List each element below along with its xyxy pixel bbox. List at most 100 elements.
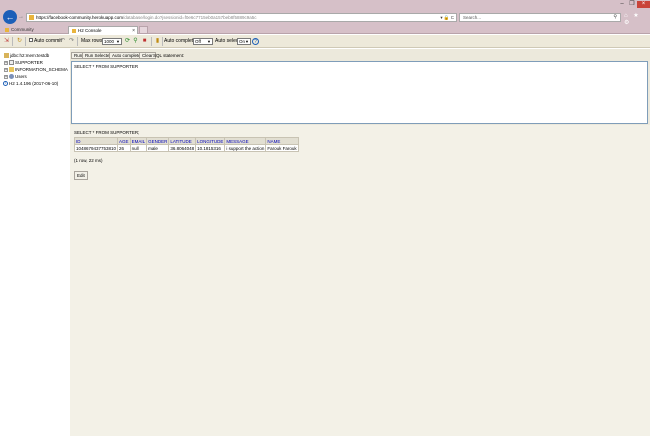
result-query-title: SELECT * FROM SUPPORTER; — [74, 130, 140, 135]
auto-complete-value: Off — [195, 39, 201, 44]
search-input[interactable]: Search... — [463, 14, 481, 21]
browser-navbar: ← → https://facebook-community.herokuapp… — [0, 9, 650, 26]
sql-editor[interactable]: SELECT * FROM SUPPORTER — [71, 61, 648, 124]
chevron-down-icon: ▼ — [116, 39, 120, 44]
search-icon[interactable]: ⚲ — [613, 14, 617, 21]
auto-commit-toggle[interactable]: Auto commit — [29, 37, 62, 45]
cell-longitude: 10.1815316 — [195, 144, 226, 152]
tree-item-label: INFORMATION_SCHEMA — [15, 67, 68, 72]
minimize-button[interactable]: – — [617, 1, 627, 8]
max-rows-label: Max rows: — [81, 38, 104, 44]
back-arrow-icon[interactable]: ← — [3, 10, 17, 24]
address-text[interactable]: https://facebook-community.herokuapp.com… — [36, 14, 256, 21]
forward-arrow-icon[interactable]: → — [18, 14, 24, 20]
tab-h2-console[interactable]: H2 Console × — [68, 26, 138, 34]
cell-email: null — [129, 144, 148, 152]
schema-tree: jdbc:h2:mem:testdb + SUPPORTER + INFORMATI… — [0, 49, 70, 436]
auto-commit-label: Auto commit — [34, 38, 62, 44]
community-favicon-icon — [5, 28, 9, 32]
toolbar-separator — [162, 37, 163, 46]
max-rows-value: 1000 — [104, 39, 115, 44]
users-icon — [9, 74, 14, 80]
tab-label: Community — [11, 27, 34, 32]
tree-item-version: i H2 1.4.196 (2017-06-10) — [3, 81, 58, 87]
auto-select-select[interactable]: On ▼ — [237, 38, 251, 45]
database-icon — [4, 53, 9, 59]
sql-statement-label: SQL statement: — [153, 53, 185, 58]
tab-community[interactable]: Community — [2, 26, 66, 34]
cell-name: Farouk Farouk — [265, 144, 299, 152]
h2-favicon-icon — [72, 29, 76, 33]
toolbar-separator — [151, 37, 152, 46]
column-header[interactable]: LATITUDE — [168, 137, 197, 145]
column-header[interactable]: MESSAGE — [224, 137, 267, 145]
url-scheme: https:// — [36, 15, 50, 20]
tree-item-label: SUPPORTER — [15, 60, 43, 65]
folder-icon — [9, 67, 14, 73]
expand-icon[interactable]: + — [4, 60, 8, 65]
column-header[interactable]: LONGITUDE — [195, 137, 226, 145]
tree-item-users[interactable]: + Users — [4, 74, 27, 80]
cell-message: i support the action — [224, 144, 267, 152]
browser-search-box[interactable]: Search... ⚲ — [459, 13, 621, 22]
results-panel: SELECT * FROM SUPPORTER; ID AGE EMAIL GE… — [70, 125, 650, 436]
tree-item-supporter[interactable]: + SUPPORTER — [4, 60, 43, 66]
row-count-info: (1 row, 22 ms) — [74, 158, 103, 163]
cell-latitude: 36.8064048 — [168, 144, 197, 152]
new-tab-button[interactable] — [139, 26, 148, 34]
commit-icon[interactable]: ↷ — [68, 38, 75, 45]
max-rows-select[interactable]: 1000 ▼ — [102, 38, 122, 45]
url-path: /database/login.do?jsessionid=f0e6c7715e… — [122, 15, 257, 20]
cell-id: 1048679437753810 — [73, 144, 119, 152]
tree-item-information-schema[interactable]: + INFORMATION_SCHEMA — [4, 67, 68, 73]
browser-tabbar: Community H2 Console × — [0, 25, 650, 34]
cell-age: 26 — [117, 144, 131, 152]
site-favicon-icon — [29, 15, 34, 20]
result-header-row: ID AGE EMAIL GENDER LATITUDE LONGITUDE M… — [73, 137, 299, 145]
column-header[interactable]: AGE — [117, 137, 131, 145]
toolbar-separator — [12, 37, 13, 46]
stop-icon[interactable]: ■ — [141, 38, 148, 45]
toolbar-separator — [25, 37, 26, 46]
tree-item-label: Users — [15, 74, 27, 79]
chevron-down-icon: ▼ — [207, 39, 211, 44]
close-window-button[interactable]: × — [637, 1, 650, 8]
column-header[interactable]: ID — [73, 137, 119, 145]
edit-button[interactable]: Edit — [74, 171, 88, 180]
auto-commit-checkbox[interactable] — [29, 37, 33, 42]
column-header[interactable]: GENDER — [146, 137, 170, 145]
address-bar[interactable]: https://facebook-community.herokuapp.com… — [26, 13, 457, 22]
tree-item-connection[interactable]: jdbc:h2:mem:testdb — [4, 53, 49, 59]
h2-toolbar: ⇲ ↻ Auto commit ↶ ↷ Max rows: 1000 ▼ ⟳ ⚲ … — [0, 35, 650, 48]
query-panel: Run Run Selected Auto complete Clear SQL… — [70, 49, 650, 436]
address-tools[interactable]: ▾ 🔒 C — [440, 14, 454, 21]
close-tab-icon[interactable]: × — [132, 27, 135, 34]
expand-icon[interactable]: + — [4, 67, 8, 72]
refresh-icon[interactable]: ↻ — [16, 38, 23, 45]
column-header[interactable]: NAME — [265, 137, 299, 145]
tab-label: H2 Console — [78, 28, 102, 33]
result-table: ID AGE EMAIL GENDER LATITUDE LONGITUDE M… — [73, 137, 299, 152]
help-icon[interactable]: ? — [252, 38, 259, 45]
auto-complete-select[interactable]: Off ▼ — [193, 38, 213, 45]
chevron-down-icon: ▼ — [245, 39, 249, 44]
cell-gender: male — [146, 144, 170, 152]
maximize-button[interactable]: ❐ — [627, 1, 637, 8]
home-favorites-settings-icons[interactable]: ⌂ ★ ⚙ — [624, 12, 650, 26]
rollback-icon[interactable]: ↶ — [59, 38, 66, 45]
tree-item-label: H2 1.4.196 (2017-06-10) — [9, 81, 59, 86]
expand-icon[interactable]: + — [4, 74, 8, 79]
auto-complete-label: Auto complete — [164, 38, 196, 44]
sql-text[interactable]: SELECT * FROM SUPPORTER — [74, 64, 138, 69]
run-icon[interactable]: ⟳ — [124, 38, 131, 45]
table-icon — [9, 60, 14, 66]
disconnect-icon[interactable]: ⇲ — [3, 38, 10, 45]
table-row: 1048679437753810 26 null male 36.8064048… — [73, 144, 299, 152]
window-titlebar: – ❐ × — [0, 0, 650, 9]
info-icon: i — [3, 81, 8, 87]
search-icon[interactable]: ⚲ — [132, 38, 139, 45]
toolbar-separator — [77, 37, 78, 46]
column-header[interactable]: EMAIL — [129, 137, 148, 145]
history-icon[interactable]: ▮ — [154, 38, 161, 45]
url-host: facebook-community.herokuapp.com — [49, 15, 123, 20]
